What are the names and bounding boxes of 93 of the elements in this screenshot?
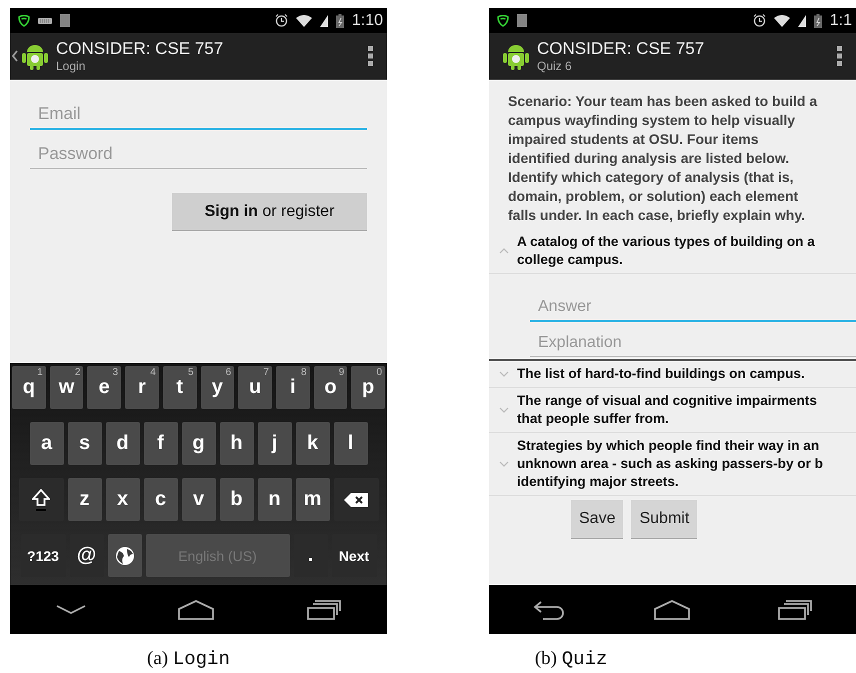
question-text: The range of visual and cognitive impairments that people suffer from. [517, 392, 817, 428]
keyboard-key[interactable]: i 8 [276, 366, 310, 409]
signal-icon [320, 14, 328, 26]
recent-apps-icon[interactable] [778, 600, 812, 620]
keyboard-key[interactable]: y 6 [200, 366, 234, 409]
key-hint: 5 [188, 367, 194, 378]
signal-icon [798, 14, 806, 26]
question-text: Strategies by which people find their way in an unknown area - such as asking passers-by or b identifying major streets. [517, 437, 823, 491]
keyboard-key[interactable]: o 9 [314, 366, 348, 409]
scenario-text: Scenario: Your team has been asked to build a campus wayfinding system to help visually impaired students at OSU. Four items identified during analysis are listed below. Identify which category of analysis (that is, domain, problem, or solution) each element falls under. In each case, briefly explain why. [508, 92, 818, 225]
keyboard-key[interactable]: p 0 [351, 366, 386, 409]
home-icon[interactable] [178, 600, 214, 620]
shift-key[interactable] [18, 478, 64, 521]
figure-caption: (a) Login [147, 648, 230, 670]
quiz-button[interactable]: Save [571, 500, 624, 539]
keyboard-key[interactable]: b [220, 478, 254, 521]
app-title: CONSIDER: CSE 757 [537, 39, 706, 59]
alarm-icon [752, 14, 766, 27]
quiz-button[interactable]: Submit [631, 500, 698, 539]
keyboard-key[interactable]: e 3 [87, 366, 122, 409]
clock-time: 1:10 [352, 12, 383, 30]
question-text: A catalog of the various types of building on a college campus. [517, 233, 815, 269]
expand-chevron-icon [499, 461, 509, 467]
key-hint: 8 [301, 367, 307, 378]
keyboard-key[interactable]: x [106, 478, 140, 521]
key-hint: 0 [376, 367, 382, 378]
key-hint: 4 [150, 367, 156, 378]
input-field[interactable]: Password [30, 140, 367, 169]
keyboard-key[interactable]: q 1 [12, 366, 46, 409]
backspace-icon [344, 492, 368, 506]
android-icon [503, 42, 529, 70]
keyboard-key[interactable]: l [334, 422, 368, 465]
screen-subtitle: Quiz 6 [537, 59, 573, 73]
screen-subtitle: Login [56, 59, 86, 73]
keyboard-key[interactable]: n [258, 478, 292, 521]
keyboard-key[interactable]: z [68, 478, 102, 521]
key-hint: 6 [226, 367, 232, 378]
key-hint: 3 [112, 367, 118, 378]
key-hint: 7 [263, 367, 269, 378]
back-chevron-icon[interactable] [12, 50, 18, 62]
keyboard-key[interactable]: a [30, 422, 64, 465]
barcode-icon [517, 14, 527, 27]
keyboard-key[interactable]: t 5 [162, 366, 196, 409]
expand-chevron-icon [499, 371, 509, 377]
keyboard-key[interactable]: d [106, 422, 140, 465]
keyboard-key[interactable]: k [296, 422, 330, 465]
question-row[interactable]: The range of visual and cognitive impairments that people suffer from. [489, 388, 856, 433]
keyboard-key[interactable]: h [220, 422, 254, 465]
alarm-icon [274, 14, 288, 27]
keyboard-key[interactable]: f [144, 422, 178, 465]
question-text: The list of hard-to-find buildings on campus. [517, 365, 805, 383]
keyboard-key[interactable]: w 2 [50, 366, 84, 409]
back-icon[interactable] [532, 600, 567, 620]
recent-apps-icon[interactable] [306, 600, 341, 620]
shield-icon [18, 14, 30, 26]
sign-in-button[interactable]: Sign in or register [172, 193, 367, 231]
question-row[interactable]: A catalog of the various types of building on a college campus. [489, 229, 856, 274]
battery-icon [814, 14, 822, 28]
input-field[interactable]: Answer [530, 294, 856, 322]
shift-icon [32, 488, 50, 510]
overflow-menu-icon[interactable] [837, 46, 842, 66]
overflow-menu-icon[interactable] [368, 46, 373, 66]
wifi-icon [774, 14, 790, 26]
hide-keyboard-icon[interactable] [56, 604, 86, 614]
android-icon [22, 42, 48, 70]
home-icon[interactable] [654, 600, 690, 620]
question-row[interactable]: The list of hard-to-find buildings on campus. [489, 361, 856, 388]
question-row[interactable]: Strategies by which people find their way in an unknown area - such as asking passers-by or b identifying major streets. [489, 433, 856, 496]
wifi-icon [296, 14, 312, 26]
keyboard-key[interactable]: g [182, 422, 216, 465]
figure-caption: (b) Quiz [534, 648, 608, 670]
keyboard-key[interactable]: r 4 [125, 366, 159, 409]
backspace-key[interactable] [334, 478, 378, 521]
keyboard-key[interactable]: j [258, 422, 292, 465]
key-hint: 1 [37, 367, 43, 378]
barcode-icon [60, 14, 70, 27]
keyboard-key[interactable]: m [296, 478, 330, 521]
clock-time: 1:1 [830, 12, 852, 30]
app-title: CONSIDER: CSE 757 [56, 39, 224, 59]
keyboard-key[interactable]: c [144, 478, 178, 521]
globe-icon [114, 546, 134, 566]
shield-icon [497, 14, 509, 26]
key-hint: 2 [74, 367, 80, 378]
expand-chevron-icon [499, 407, 509, 413]
input-field[interactable]: Email [30, 100, 367, 130]
keyboard-key[interactable]: u 7 [238, 366, 272, 409]
battery-icon [336, 14, 344, 28]
keyboard-key[interactable]: v [182, 478, 216, 521]
key-hint: 9 [338, 367, 344, 378]
keyboard-key[interactable]: s [68, 422, 102, 465]
collapse-chevron-icon [499, 248, 509, 254]
language-key[interactable] [108, 534, 142, 577]
input-field[interactable]: Explanation [530, 330, 856, 357]
